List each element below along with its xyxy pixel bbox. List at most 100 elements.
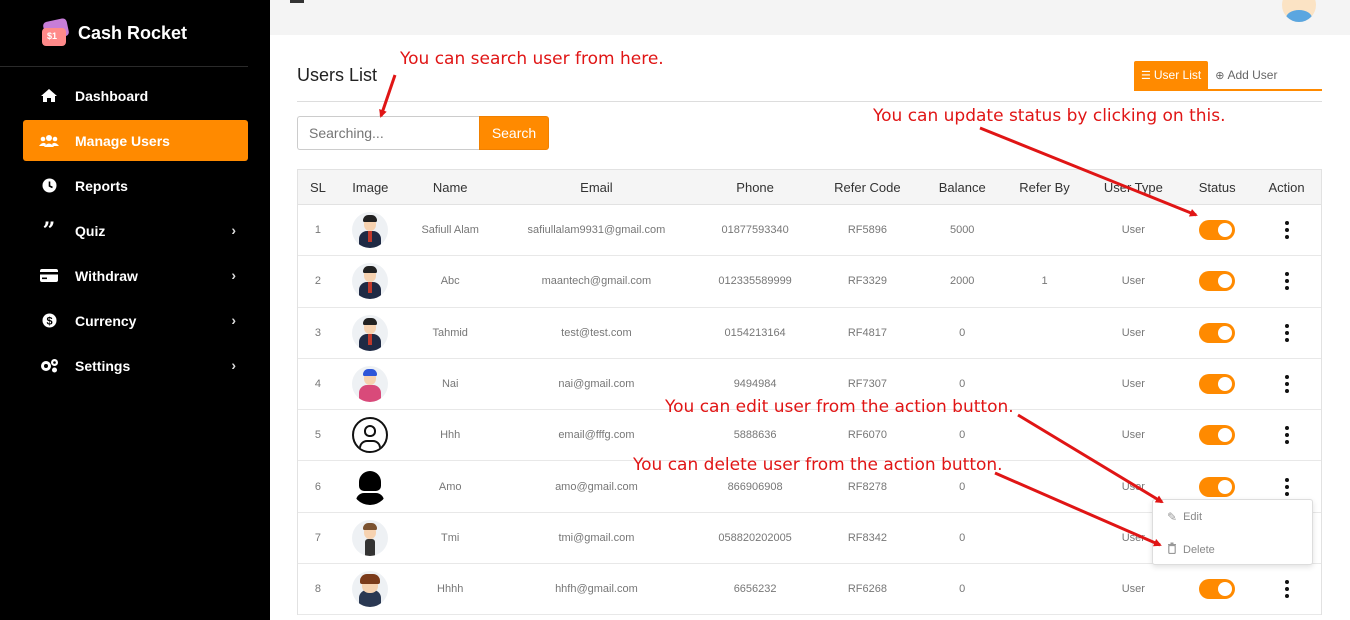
sidebar-item-label: Currency: [75, 312, 137, 329]
cell-balance: 0: [959, 378, 966, 391]
edit-menu-item[interactable]: ✎ Edit: [1153, 500, 1312, 533]
cell-user-type: User: [1121, 378, 1145, 391]
user-avatar: [352, 366, 389, 403]
tab-add-user[interactable]: ⊕ Add User: [1208, 61, 1284, 89]
dollar-icon: $: [39, 313, 59, 329]
chevron-right-icon: ›: [231, 312, 236, 328]
kebab-menu-icon[interactable]: [1284, 580, 1290, 599]
sidebar-item-settings[interactable]: Settings ›: [23, 345, 248, 386]
status-toggle[interactable]: [1199, 579, 1236, 600]
table-row: 5 Hhh email@fffg.com 5888636 RF6070 0 Us…: [298, 410, 1321, 462]
cell-refer-code: RF6070: [847, 429, 887, 442]
column-header: Email: [580, 179, 613, 195]
annotation-search: You can search user from here.: [400, 49, 664, 69]
cell-refer-code: RF6268: [847, 583, 887, 596]
column-header: Status: [1198, 179, 1236, 195]
cell-refer-by: 1: [1041, 275, 1048, 288]
kebab-menu-icon[interactable]: [1284, 375, 1290, 394]
status-toggle[interactable]: [1199, 220, 1236, 241]
cell-email: email@fffg.com: [558, 429, 635, 442]
cell-name: Safiull Alam: [421, 224, 479, 237]
divider: [297, 101, 1322, 102]
search-bar: Search: [297, 116, 549, 150]
topbar: [270, 0, 1350, 35]
status-toggle[interactable]: [1199, 374, 1236, 395]
status-toggle[interactable]: [1199, 425, 1236, 446]
cell-sl: 4: [314, 378, 322, 391]
kebab-menu-icon[interactable]: [1284, 272, 1290, 291]
cell-name: Hhh: [440, 429, 461, 442]
cell-balance: 0: [959, 531, 966, 544]
kebab-menu-icon[interactable]: [1284, 323, 1290, 342]
cell-user-type: User: [1121, 583, 1145, 596]
user-avatar: [352, 314, 389, 351]
sidebar-item-label: Manage Users: [75, 132, 170, 149]
table-row: 8 Hhhh hhfh@gmail.com 6656232 RF6268 0 U…: [298, 564, 1321, 616]
column-header: Refer Code: [834, 179, 901, 195]
search-input[interactable]: [297, 116, 479, 150]
cell-user-type: User: [1121, 429, 1145, 442]
sidebar-item-reports[interactable]: Reports: [23, 165, 248, 206]
sidebar-item-label: Withdraw: [75, 267, 138, 284]
cell-sl: 5: [314, 429, 322, 442]
page-tabs: ☰ User List ⊕ Add User: [1134, 61, 1322, 91]
column-header: Balance: [938, 179, 986, 195]
column-header: Name: [432, 179, 468, 195]
user-avatar: [352, 468, 389, 505]
cell-email: amo@gmail.com: [555, 480, 638, 493]
sidebar-nav: Dashboard Manage Users Reports ” Quiz › …: [0, 67, 270, 386]
profile-avatar[interactable]: [1282, 0, 1316, 22]
credit-card-icon: [39, 268, 59, 284]
tab-user-list[interactable]: ☰ User List: [1134, 61, 1209, 89]
sidebar-item-dashboard[interactable]: Dashboard: [23, 75, 248, 116]
user-avatar: [352, 571, 389, 608]
clock-icon: [39, 178, 59, 194]
status-toggle[interactable]: [1199, 322, 1236, 343]
cell-balance: 0: [959, 429, 966, 442]
cell-phone: 01877593340: [721, 224, 789, 237]
column-header: SL: [310, 179, 326, 195]
list-icon: ☰: [1141, 69, 1151, 82]
kebab-menu-icon[interactable]: [1284, 477, 1290, 496]
cell-refer-code: RF5896: [847, 224, 887, 237]
search-button[interactable]: Search: [479, 116, 549, 150]
chevron-right-icon: ›: [231, 267, 236, 283]
sidebar-item-quiz[interactable]: ” Quiz ›: [23, 210, 248, 251]
brand-name: Cash Rocket: [78, 22, 188, 43]
sidebar-item-currency[interactable]: $ Currency ›: [23, 300, 248, 341]
menu-toggle-icon[interactable]: [290, 0, 304, 3]
cell-refer-code: RF8278: [847, 480, 887, 493]
cell-balance: 0: [959, 583, 966, 596]
table-row: 1 Safiull Alam safiullalam9931@gmail.com…: [298, 205, 1321, 257]
sidebar-item-manage-users[interactable]: Manage Users: [23, 120, 248, 161]
status-toggle[interactable]: [1199, 271, 1236, 292]
cell-phone: 9494984: [733, 378, 777, 391]
delete-menu-item[interactable]: Delete: [1153, 533, 1312, 566]
column-header: User Type: [1103, 179, 1163, 195]
kebab-menu-icon[interactable]: [1284, 221, 1290, 240]
cell-phone: 6656232: [733, 583, 777, 596]
column-header: Refer By: [1019, 179, 1070, 195]
quote-icon: ”: [42, 217, 56, 244]
cell-user-type: User: [1121, 275, 1145, 288]
cell-email: test@test.com: [561, 326, 632, 339]
pencil-icon: ✎: [1167, 509, 1178, 524]
chevron-right-icon: ›: [231, 222, 236, 238]
home-icon: [39, 88, 59, 104]
cell-sl: 3: [314, 326, 322, 339]
cell-phone: 012335589999: [718, 275, 792, 288]
cell-sl: 6: [314, 480, 322, 493]
brand[interactable]: Cash Rocket: [0, 0, 248, 67]
cash-rocket-logo-icon: [40, 17, 70, 48]
cell-name: Hhhh: [437, 583, 464, 596]
table-row: 2 Abc maantech@gmail.com 012335589999 RF…: [298, 256, 1321, 308]
sidebar-item-withdraw[interactable]: Withdraw ›: [23, 255, 248, 296]
kebab-menu-icon[interactable]: [1284, 426, 1290, 445]
status-toggle[interactable]: [1199, 476, 1236, 497]
cell-name: Nai: [441, 378, 459, 391]
users-icon: [39, 133, 59, 149]
cell-refer-code: RF8342: [847, 531, 887, 544]
cell-sl: 1: [314, 224, 322, 237]
cell-sl: 7: [314, 531, 322, 544]
cell-balance: 5000: [949, 224, 975, 237]
